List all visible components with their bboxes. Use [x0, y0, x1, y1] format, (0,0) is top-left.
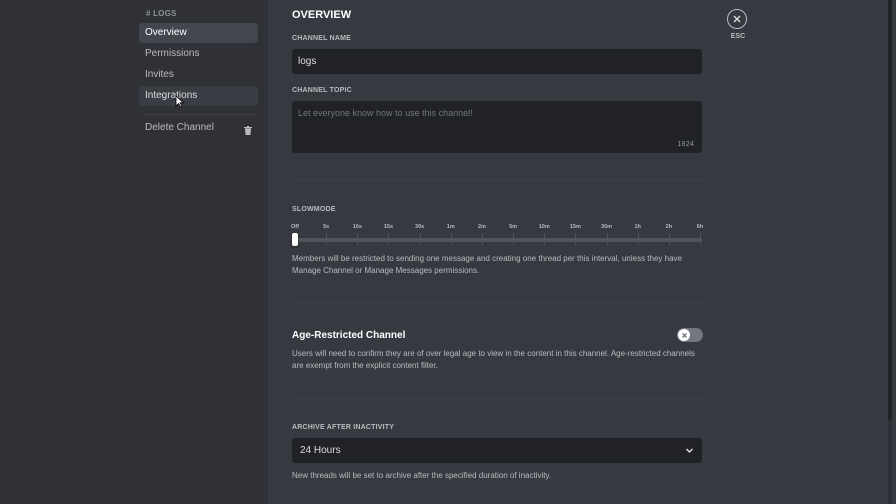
- slowmode-tick-mark: [637, 233, 639, 245]
- slowmode-tick-mark: [450, 233, 452, 245]
- slowmode-tick-label: 5s: [323, 224, 330, 230]
- chevron-down-icon: [685, 448, 694, 454]
- close-settings[interactable]: ESC: [727, 9, 749, 40]
- esc-label: ESC: [730, 33, 746, 40]
- slider-track[interactable]: [294, 238, 702, 242]
- character-counter: 1024: [677, 140, 694, 148]
- settings-content: OVERVIEW CHANNEL NAME CHANNEL TOPIC Let …: [268, 0, 892, 504]
- page-title: OVERVIEW: [292, 9, 352, 21]
- archive-label: ARCHIVE AFTER INACTIVITY: [292, 424, 395, 431]
- archive-help-text: New threads will be set to archive after…: [292, 471, 552, 480]
- slowmode-tick-label: 2m: [477, 224, 486, 230]
- slowmode-tick-label: 30m: [601, 224, 613, 230]
- close-icon: [733, 15, 741, 23]
- slowmode-tick-mark: [357, 233, 359, 245]
- sidebar-item-label: Integrations: [145, 90, 198, 101]
- age-restricted-title: Age-Restricted Channel: [292, 330, 406, 341]
- slowmode-tick-label: 15s: [383, 224, 394, 230]
- trash-icon: [244, 123, 252, 143]
- slowmode-tick-mark: [513, 233, 515, 245]
- slowmode-tick-mark: [668, 233, 670, 245]
- age-restricted-toggle[interactable]: [677, 328, 703, 342]
- slider-handle[interactable]: [292, 233, 298, 246]
- sidebar-item-permissions[interactable]: Permissions: [139, 44, 258, 64]
- channel-topic-textarea[interactable]: Let everyone know how to use this channe…: [292, 101, 702, 153]
- sidebar-channel-header: # LOGS: [146, 9, 177, 18]
- slowmode-tick-mark: [575, 233, 577, 245]
- delete-channel-button[interactable]: Delete Channel: [139, 118, 258, 138]
- slowmode-tick-label: 10s: [352, 224, 362, 230]
- section-divider: [292, 180, 702, 181]
- delete-channel-label: Delete Channel: [145, 122, 214, 133]
- slowmode-tick-label: 5m: [509, 224, 518, 230]
- slowmode-tick-label: 1m: [446, 224, 455, 230]
- slowmode-tick-mark: [419, 233, 421, 245]
- scrollbar[interactable]: [888, 0, 892, 504]
- slowmode-tick-mark: [544, 233, 546, 245]
- age-restricted-help-text: Users will need to confirm they are of o…: [292, 349, 695, 370]
- archive-selected-value: 24 Hours: [300, 445, 341, 456]
- archive-duration-select[interactable]: 24 Hours: [292, 438, 702, 463]
- sidebar-item-label: Overview: [145, 27, 187, 38]
- slowmode-tick-label: 15m: [569, 224, 581, 230]
- slowmode-tick-mark: [700, 233, 701, 245]
- close-icon: [681, 332, 687, 338]
- channel-topic-placeholder: Let everyone know how to use this channe…: [298, 108, 473, 118]
- toggle-knob: [678, 329, 690, 341]
- slowmode-tick-label: Off: [291, 224, 299, 230]
- mouse-cursor-icon: [175, 95, 185, 108]
- sidebar-item-label: Invites: [145, 69, 174, 80]
- slowmode-tick-mark: [606, 233, 608, 245]
- slowmode-tick-label: 30s: [415, 224, 425, 230]
- slowmode-tick-mark: [388, 233, 390, 245]
- slowmode-tick-label: 2h: [665, 224, 673, 230]
- slowmode-tick-label: 1h: [634, 224, 641, 230]
- close-button[interactable]: [727, 9, 747, 29]
- slowmode-tick-mark: [326, 233, 328, 245]
- slowmode-tick-mark: [481, 233, 483, 245]
- sidebar-divider: [145, 114, 255, 115]
- sidebar-item-overview[interactable]: Overview: [139, 23, 258, 43]
- sidebar-item-label: Permissions: [145, 48, 200, 59]
- channel-topic-label: CHANNEL TOPIC: [292, 87, 352, 94]
- section-divider: [292, 302, 702, 303]
- slowmode-help-text: Members will be restricted to sending on…: [292, 254, 682, 275]
- slowmode-tick-label: 10m: [538, 224, 550, 230]
- settings-sidebar: # LOGS Overview Permissions Invites Inte…: [0, 0, 268, 504]
- channel-name-input[interactable]: [292, 49, 702, 74]
- sidebar-item-integrations[interactable]: Integrations: [139, 86, 258, 106]
- section-divider: [292, 398, 702, 399]
- slowmode-tick-label: 6h: [696, 224, 704, 230]
- channel-name-label: CHANNEL NAME: [292, 35, 352, 42]
- sidebar-item-invites[interactable]: Invites: [139, 65, 258, 85]
- slowmode-label: SLOWMODE: [292, 206, 336, 213]
- scrollbar-thumb[interactable]: [888, 0, 892, 420]
